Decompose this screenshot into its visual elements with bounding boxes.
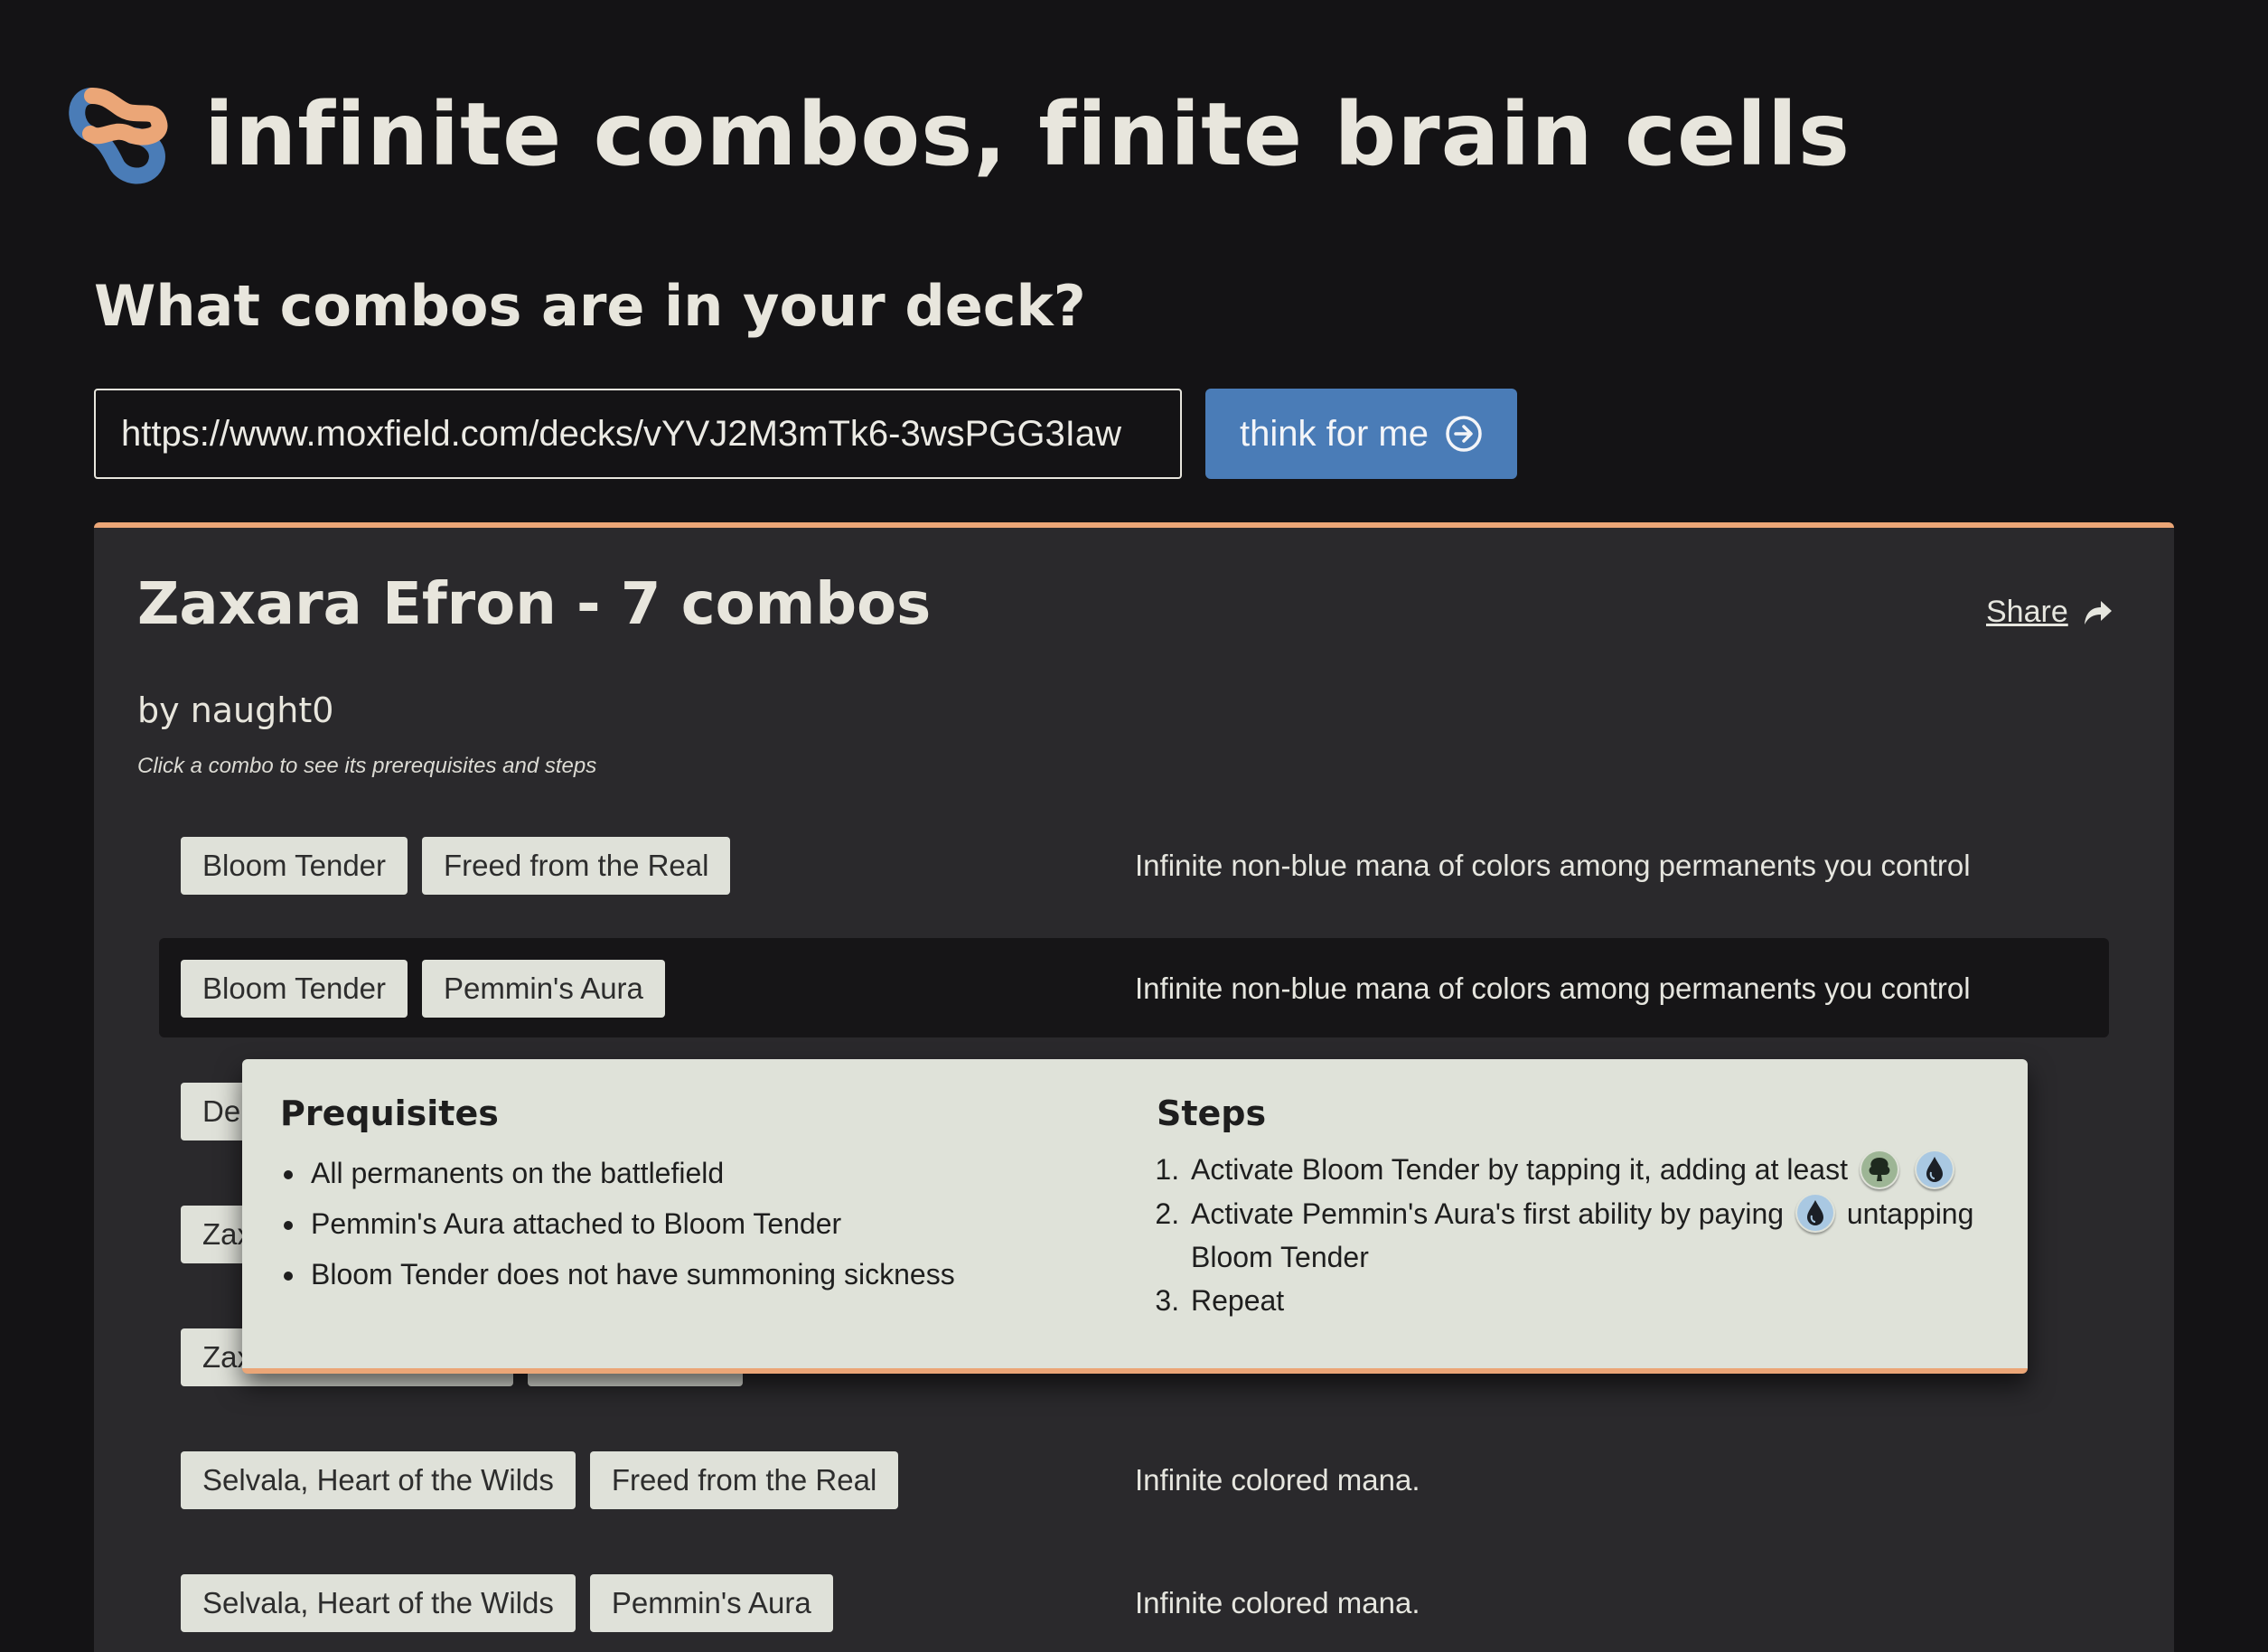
card-chip: Bloom Tender bbox=[181, 960, 408, 1018]
prerequisite-item: Pemmin's Aura attached to Bloom Tender bbox=[307, 1198, 1093, 1249]
deck-question-heading: What combos are in your deck? bbox=[94, 273, 1086, 339]
site-title: infinite combos, finite brain cells bbox=[204, 84, 1851, 185]
infinity-logo-icon[interactable] bbox=[65, 76, 183, 193]
step-text: Activate Bloom Tender by tapping it, add… bbox=[1191, 1153, 1848, 1186]
step-text: Activate Pemmin's Aura's first ability b… bbox=[1191, 1197, 1785, 1230]
combo-row[interactable]: Selvala, Heart of the Wilds Freed from t… bbox=[159, 1430, 2109, 1529]
combo-hint: Click a combo to see its prerequisites a… bbox=[137, 754, 597, 778]
share-link[interactable]: Share bbox=[1986, 595, 2113, 630]
share-label: Share bbox=[1986, 595, 2068, 629]
card-chip: Bloom Tender bbox=[181, 837, 408, 895]
combo-result: Infinite non-blue mana of colors among p… bbox=[1135, 849, 1971, 882]
step-item: Repeat bbox=[1187, 1279, 2006, 1322]
step-item: Activate Pemmin's Aura's first ability b… bbox=[1187, 1192, 2006, 1280]
prerequisites-heading: Prequisites bbox=[280, 1094, 499, 1133]
arrow-right-circle-icon bbox=[1446, 416, 1482, 452]
combo-result: Infinite non-blue mana of colors among p… bbox=[1135, 971, 1971, 1005]
share-arrow-icon bbox=[2084, 600, 2112, 624]
deck-title: Zaxara Efron - 7 combos bbox=[137, 571, 932, 638]
prerequisite-item: All permanents on the battlefield bbox=[307, 1148, 1093, 1198]
deck-author: by naught0 bbox=[137, 690, 334, 730]
prerequisite-item: Bloom Tender does not have summoning sic… bbox=[307, 1249, 1093, 1300]
step-item: Activate Bloom Tender by tapping it, add… bbox=[1187, 1148, 2006, 1192]
combo-details-popover: Prequisites All permanents on the battle… bbox=[242, 1059, 2028, 1374]
card-chip: Pemmin's Aura bbox=[422, 960, 665, 1018]
prerequisites-list: All permanents on the battlefield Pemmin… bbox=[280, 1148, 1093, 1300]
step-text: Repeat bbox=[1191, 1284, 1285, 1318]
green-mana-icon bbox=[1860, 1150, 1899, 1189]
combo-row-selected[interactable]: Bloom Tender Pemmin's Aura Infinite non-… bbox=[159, 938, 2109, 1037]
card-chip: Selvala, Heart of the Wilds bbox=[181, 1451, 576, 1509]
site-header: infinite combos, finite brain cells bbox=[65, 76, 1851, 193]
card-chip: Freed from the Real bbox=[422, 837, 731, 895]
steps-list: Activate Bloom Tender by tapping it, add… bbox=[1157, 1148, 2006, 1322]
think-for-me-label: think for me bbox=[1240, 413, 1429, 454]
combo-row[interactable]: Bloom Tender Freed from the Real Infinit… bbox=[159, 815, 2109, 915]
blue-mana-icon bbox=[1795, 1193, 1835, 1233]
steps-section: Steps Activate Bloom Tender by tapping i… bbox=[1157, 1094, 2006, 1322]
blue-mana-icon bbox=[1915, 1150, 1954, 1189]
card-chip: Pemmin's Aura bbox=[589, 1574, 833, 1632]
combo-result: Infinite colored mana. bbox=[1135, 1586, 1420, 1619]
prerequisites-section: Prequisites All permanents on the battle… bbox=[280, 1094, 1093, 1300]
card-chip: Freed from the Real bbox=[589, 1451, 899, 1509]
combo-row[interactable]: Selvala, Heart of the Wilds Pemmin's Aur… bbox=[159, 1553, 2109, 1652]
deck-url-input[interactable] bbox=[94, 389, 1182, 479]
steps-heading: Steps bbox=[1157, 1094, 1267, 1133]
card-chip: Selvala, Heart of the Wilds bbox=[181, 1574, 576, 1632]
combo-result: Infinite colored mana. bbox=[1135, 1463, 1420, 1497]
think-for-me-button[interactable]: think for me bbox=[1205, 389, 1517, 479]
